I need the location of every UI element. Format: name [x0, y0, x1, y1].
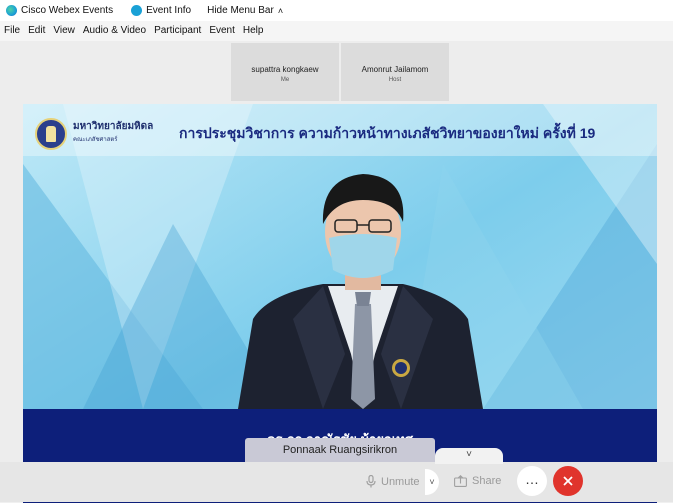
menu-view[interactable]: View — [49, 21, 79, 41]
close-icon — [563, 476, 573, 486]
webex-logo-icon — [6, 5, 17, 16]
share-button[interactable]: Share — [454, 475, 501, 487]
menu-edit[interactable]: Edit — [24, 21, 49, 41]
more-icon: … — [525, 471, 539, 487]
share-label: Share — [472, 475, 502, 487]
unmute-button[interactable]: Unmute — [366, 475, 420, 488]
event-info-label: Event Info — [146, 5, 192, 16]
menu-help[interactable]: Help — [239, 21, 268, 41]
chevron-up-icon: ˄ — [277, 5, 284, 16]
microphone-muted-icon — [366, 475, 376, 488]
menu-file[interactable]: File — [0, 21, 24, 41]
menu-bar: File Edit View Audio & Video Participant… — [0, 21, 673, 41]
more-options-button[interactable]: … — [517, 466, 547, 496]
participant-role: Host — [388, 77, 402, 83]
hide-menu-bar-label: Hide Menu Bar — [207, 5, 274, 16]
hide-menu-bar-button[interactable]: Hide Menu Bar ˄ — [201, 0, 289, 21]
participant-thumbnail-me[interactable]: supattra kongkaew Me — [231, 43, 339, 101]
participant-name: supattra kongkaew — [251, 65, 319, 74]
share-icon — [454, 475, 467, 487]
meeting-stage: supattra kongkaew Me Amonrut Jailamom Ho… — [0, 41, 673, 503]
app-name: Cisco Webex Events — [21, 5, 114, 16]
unmute-label: Unmute — [381, 475, 420, 488]
leave-event-button[interactable] — [553, 466, 583, 496]
active-speaker-label: Ponnaak Ruangsirikron — [245, 438, 435, 462]
title-bar: Cisco Webex Events Event Info Hide Menu … — [0, 0, 673, 21]
participant-thumbnail-host[interactable]: Amonrut Jailamom Host — [341, 43, 449, 101]
app-title: Cisco Webex Events — [0, 0, 119, 21]
menu-participant[interactable]: Participant — [150, 21, 205, 41]
participant-name: Amonrut Jailamom — [361, 65, 429, 74]
participant-role: Me — [280, 77, 290, 83]
menu-audio-video[interactable]: Audio & Video — [79, 21, 150, 41]
menu-event[interactable]: Event — [205, 21, 239, 41]
event-info-button[interactable]: Event Info — [125, 0, 197, 21]
chevron-down-icon: ˅ — [429, 477, 435, 487]
presenter-image — [238, 174, 483, 409]
info-icon — [131, 5, 143, 16]
collapse-controls-tab[interactable]: ˅ — [435, 448, 503, 464]
chevron-down-icon: ˅ — [466, 449, 472, 460]
